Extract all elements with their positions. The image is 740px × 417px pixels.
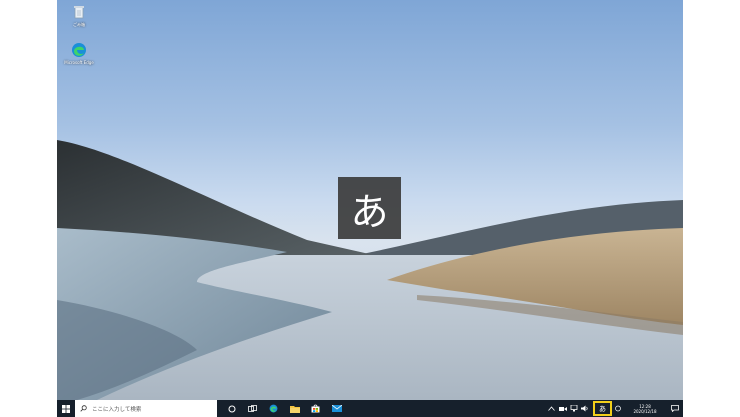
store-bag-icon (311, 404, 320, 413)
desktop-screen: ごみ箱 Microsoft Edge あ ここに入力して検索 あ 12:28 2… (57, 0, 683, 417)
action-center-button[interactable] (667, 400, 683, 417)
folder-icon (289, 405, 300, 413)
tray-clock[interactable]: 12:28 2020/12/18 (623, 400, 667, 417)
tray-volume-button[interactable] (579, 400, 590, 417)
tray-meet-now-button[interactable] (557, 400, 568, 417)
taskbar: ここに入力して検索 あ 12:28 2020/12/18 (57, 400, 683, 417)
clock-date: 2020/12/18 (633, 408, 657, 414)
taskbar-store-button[interactable] (305, 400, 326, 417)
task-view-icon (248, 404, 257, 412)
mail-icon (331, 405, 342, 412)
taskbar-file-explorer-button[interactable] (284, 400, 305, 417)
tray-network-button[interactable] (568, 400, 579, 417)
ime-pad-icon (614, 405, 621, 412)
tray-ime-options-button[interactable] (612, 400, 623, 417)
taskbar-mail-button[interactable] (326, 400, 347, 417)
cortana-circle-icon (228, 405, 235, 412)
desktop-icon-edge[interactable]: Microsoft Edge (57, 42, 101, 65)
camera-icon (558, 406, 567, 411)
taskbar-search-box[interactable]: ここに入力して検索 (75, 400, 217, 417)
taskbar-task-view-button[interactable] (242, 400, 263, 417)
tray-overflow-button[interactable] (546, 400, 557, 417)
tray-ime-mode-button[interactable]: あ (593, 401, 612, 416)
desktop-icon-recycle-bin[interactable]: ごみ箱 (57, 4, 101, 28)
start-button[interactable] (57, 400, 75, 417)
speaker-icon (580, 405, 588, 412)
search-placeholder: ここに入力して検索 (92, 406, 142, 413)
windows-logo-icon (62, 404, 70, 413)
edge-icon (71, 42, 87, 58)
desktop-icon-label: Microsoft Edge (64, 60, 94, 65)
recycle-bin-icon (71, 4, 87, 20)
network-icon (570, 405, 577, 412)
ime-mode-indicator: あ (338, 177, 401, 239)
taskbar-edge-button[interactable] (263, 400, 284, 417)
chevron-up-icon (548, 406, 555, 411)
desktop-icon-label: ごみ箱 (73, 22, 85, 27)
search-icon (80, 405, 87, 412)
taskbar-cortana-button[interactable] (221, 400, 242, 417)
notification-icon (671, 405, 679, 412)
edge-icon (269, 404, 278, 413)
